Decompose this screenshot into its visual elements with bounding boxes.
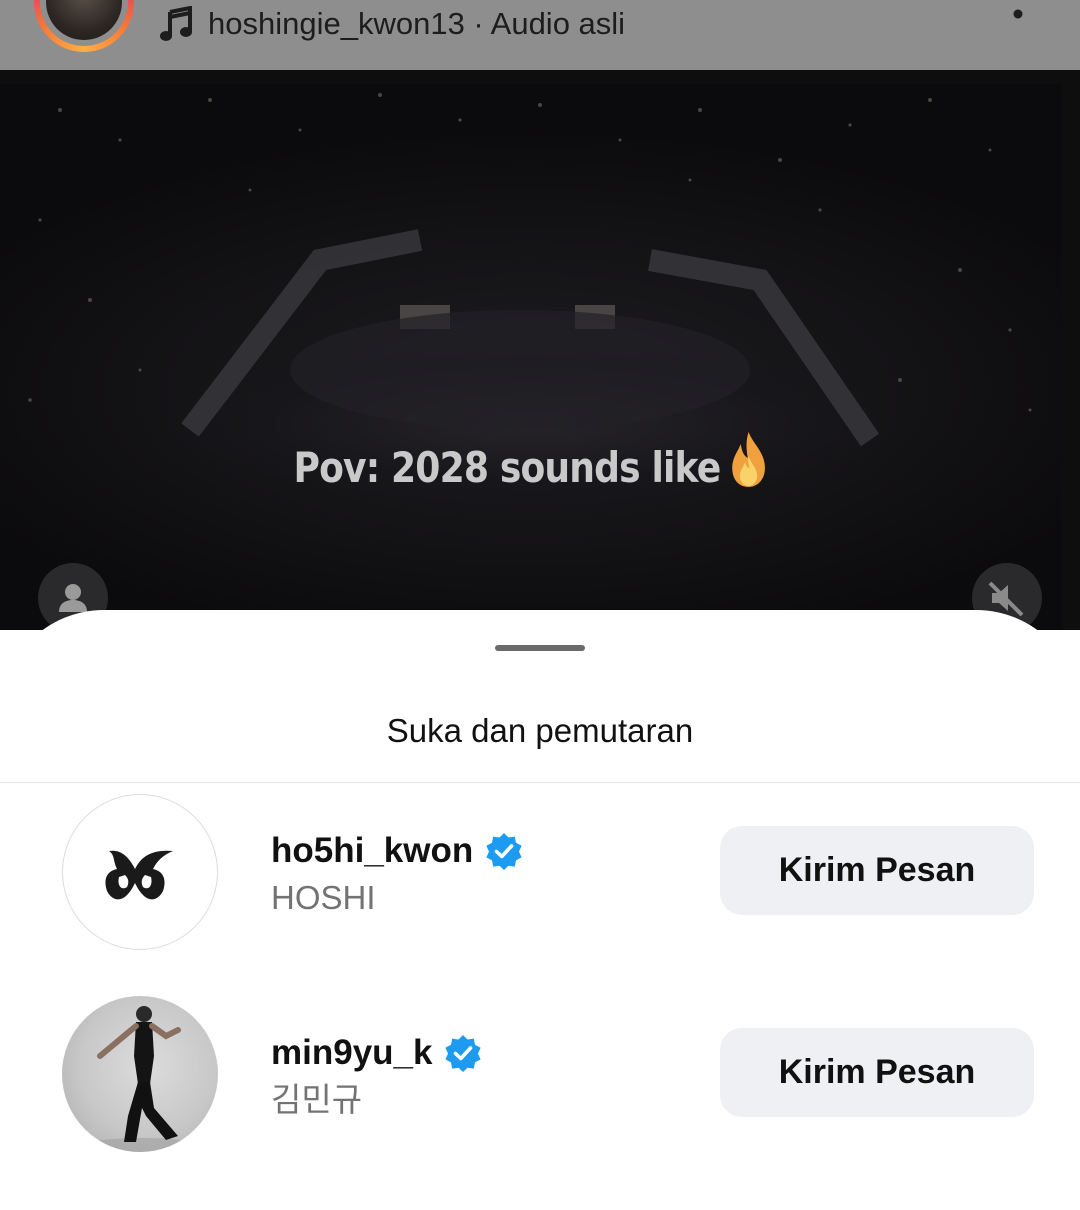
avatar[interactable] <box>62 794 218 950</box>
sheet-title: Suka dan pemutaran <box>386 712 694 749</box>
verified-badge-icon <box>445 1035 482 1072</box>
full-name: 김민규 <box>271 1081 363 1118</box>
username[interactable]: min9yu_k <box>271 1032 432 1074</box>
more-vertical-icon[interactable] <box>1008 0 1028 24</box>
username[interactable]: ho5hi_kwon <box>271 830 473 872</box>
divider <box>0 782 1080 783</box>
avatar[interactable] <box>62 996 218 1152</box>
brand-logo-icon <box>105 850 173 900</box>
list-item[interactable]: min9yu_k 김민규 Kirim Pesan <box>0 996 1080 1166</box>
send-message-button[interactable]: Kirim Pesan <box>720 826 1034 915</box>
full-name: HOSHI <box>271 879 376 916</box>
video-caption: Pov: 2028 sounds like <box>74 430 987 492</box>
fire-icon <box>732 432 766 487</box>
likes-bottom-sheet: Suka dan pemutaran ho5hi_kwon HOSHI Kiri… <box>0 610 1080 1210</box>
stadium-night-scene <box>28 93 1032 447</box>
person-photo <box>82 1006 202 1152</box>
reel-video[interactable]: Pov: 2028 sounds like <box>0 70 1080 630</box>
sheet-drag-handle[interactable] <box>495 645 585 651</box>
verified-badge-icon <box>486 833 522 870</box>
music-note-icon <box>160 6 192 41</box>
audio-source-link[interactable]: hoshingie_kwon13 · Audio asli <box>208 4 625 44</box>
send-message-button[interactable]: Kirim Pesan <box>720 1028 1034 1117</box>
story-ring-avatar[interactable] <box>34 0 134 52</box>
reel-header: hoshingie_kwon13 · Audio asli <box>0 0 1080 70</box>
list-item[interactable]: ho5hi_kwon HOSHI Kirim Pesan <box>0 794 1080 964</box>
